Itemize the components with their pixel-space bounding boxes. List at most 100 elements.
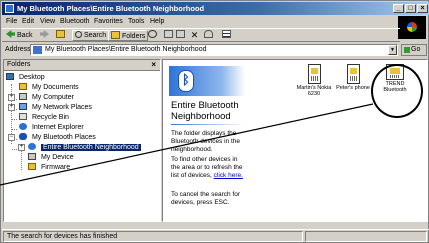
folders-title: Folders xyxy=(7,61,31,68)
delete-icon: ✕ xyxy=(190,30,199,40)
tree-item-my-documents[interactable]: My Documents xyxy=(19,83,79,93)
phone-icon xyxy=(307,64,321,84)
delete-button[interactable]: ✕ xyxy=(190,30,199,41)
move-to-button[interactable] xyxy=(164,30,173,41)
status-panel xyxy=(305,231,427,242)
go-button[interactable]: Go xyxy=(401,44,427,56)
back-button[interactable]: Back xyxy=(6,30,33,41)
collapse-icon[interactable]: − xyxy=(8,134,15,141)
close-folders-button[interactable]: × xyxy=(151,60,156,69)
address-label: Address xyxy=(5,46,31,53)
tree-item-desktop[interactable]: Desktop xyxy=(6,73,45,83)
address-input[interactable]: My Bluetooth Places\Entire Bluetooth Nei… xyxy=(30,44,398,56)
info-panel: ᛒ Entire Bluetooth Neighborhood The fold… xyxy=(163,60,249,221)
back-arrow-icon xyxy=(6,30,15,38)
tree-item-firmware[interactable]: Firmware xyxy=(28,163,70,173)
search-button[interactable]: Search xyxy=(72,30,110,41)
tree-item-label: My Network Places xyxy=(31,104,92,111)
expand-icon[interactable]: + xyxy=(8,94,15,101)
tree-item-label: Firmware xyxy=(40,164,71,171)
tree-item-label: Entire Bluetooth Neighborhood xyxy=(40,144,141,151)
tree-item-my-bluetooth-places[interactable]: My Bluetooth Places xyxy=(19,133,96,143)
title-bar: My Bluetooth Places\Entire Bluetooth Nei… xyxy=(2,2,429,15)
menu-favorites[interactable]: Favorites xyxy=(94,17,123,26)
address-bar: Address My Bluetooth Places\Entire Bluet… xyxy=(2,43,429,57)
refresh-link[interactable]: click here. xyxy=(214,172,243,179)
phone-icon xyxy=(346,64,360,84)
tree-line xyxy=(12,149,17,150)
copy-to-icon xyxy=(176,30,185,38)
bluetooth-places-icon xyxy=(5,4,14,13)
tree-item-label: My Bluetooth Places xyxy=(31,134,96,141)
expand-icon[interactable]: + xyxy=(8,104,15,111)
status-bar: The search for devices has finished xyxy=(2,229,429,242)
menu-edit[interactable]: Edit xyxy=(22,17,34,26)
firmware-folder-icon xyxy=(28,163,36,170)
tree-item-my-device[interactable]: My Device xyxy=(28,153,74,163)
device-label: Martin's Nokia 6230 xyxy=(296,85,332,97)
search-label: Search xyxy=(83,32,107,39)
my-documents-icon xyxy=(19,83,27,90)
minimize-button[interactable]: _ xyxy=(393,4,404,13)
bluetooth-neighborhood-icon xyxy=(28,143,36,150)
undo-icon xyxy=(204,30,213,38)
folders-icon xyxy=(111,31,120,39)
device-label: Peter's phone xyxy=(336,85,370,91)
back-label: Back xyxy=(16,32,33,39)
menu-file[interactable]: File xyxy=(6,17,17,26)
search-icon xyxy=(75,31,82,38)
menu-bluetooth[interactable]: Bluetooth xyxy=(60,17,90,26)
status-text: The search for devices has finished xyxy=(3,231,303,242)
tree-item-recycle-bin[interactable]: Recycle Bin xyxy=(19,113,69,123)
up-folder-button[interactable] xyxy=(56,30,65,41)
bluetooth-logo-icon: ᛒ xyxy=(178,70,194,92)
copy-to-button[interactable] xyxy=(176,30,185,41)
my-device-icon xyxy=(28,153,36,160)
menu-bar: File Edit View Bluetooth Favorites Tools… xyxy=(2,16,429,27)
go-label: Go xyxy=(411,46,421,53)
folders-label: Folders xyxy=(121,33,146,40)
tree-line xyxy=(12,119,17,120)
expand-icon[interactable]: + xyxy=(18,144,25,151)
folders-pane: Folders × Desktop My Documents + My Comp… xyxy=(3,59,161,222)
maximize-button[interactable]: □ xyxy=(405,4,416,13)
views-button[interactable] xyxy=(222,30,231,41)
explorer-window: My Bluetooth Places\Entire Bluetooth Nei… xyxy=(0,0,429,243)
tree-item-label: My Documents xyxy=(31,84,79,91)
history-button[interactable] xyxy=(148,30,157,41)
menu-tools[interactable]: Tools xyxy=(128,17,144,26)
go-arrow-icon xyxy=(404,47,410,53)
tree-line xyxy=(21,148,22,170)
info-banner: ᛒ xyxy=(169,66,245,96)
network-places-icon xyxy=(19,103,27,110)
tree-item-label: Desktop xyxy=(18,74,45,81)
tree-item-entire-bluetooth-neighborhood[interactable]: Entire Bluetooth Neighborhood xyxy=(28,143,141,153)
move-to-icon xyxy=(164,30,173,38)
views-icon xyxy=(222,30,231,38)
history-icon xyxy=(148,30,157,38)
close-button[interactable]: × xyxy=(417,4,428,13)
menu-help[interactable]: Help xyxy=(150,17,164,26)
internet-explorer-icon xyxy=(19,123,27,130)
tree-item-my-computer[interactable]: My Computer xyxy=(19,93,74,103)
desktop-icon xyxy=(6,73,14,80)
callout-circle xyxy=(371,64,423,118)
up-folder-icon xyxy=(56,30,65,38)
forward-button[interactable] xyxy=(40,30,49,41)
tree-item-label: Internet Explorer xyxy=(31,124,84,131)
menu-view[interactable]: View xyxy=(40,17,55,26)
my-computer-icon xyxy=(19,93,27,100)
tree-item-internet-explorer[interactable]: Internet Explorer xyxy=(19,123,84,133)
tree-item-label: My Computer xyxy=(31,94,74,101)
device-item[interactable]: Martin's Nokia 6230 xyxy=(296,64,332,97)
tree-item-my-network-places[interactable]: My Network Places xyxy=(19,103,92,113)
folders-button[interactable]: Folders xyxy=(108,30,149,41)
info-cancel-text: To cancel the search for devices, press … xyxy=(171,191,241,206)
recycle-bin-icon xyxy=(19,113,27,120)
info-refresh-text: To find other devices in the area or to … xyxy=(171,156,247,180)
tree-item-label: My Device xyxy=(40,154,74,161)
undo-button[interactable] xyxy=(204,30,213,41)
address-dropdown-button[interactable]: ▼ xyxy=(388,45,397,55)
folders-header: Folders × xyxy=(4,60,160,71)
device-item[interactable]: Peter's phone xyxy=(335,64,371,91)
